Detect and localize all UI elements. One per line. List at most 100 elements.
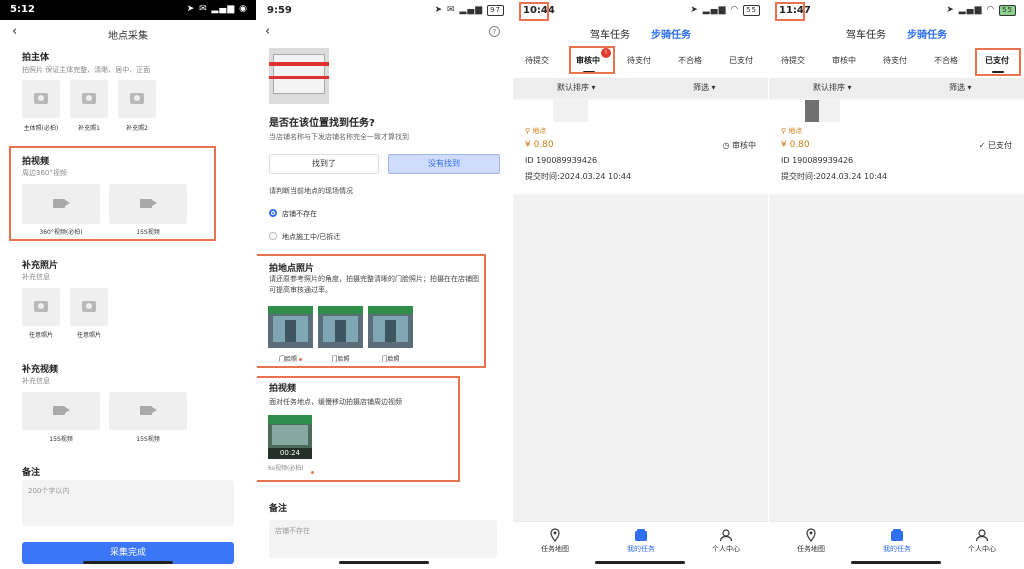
camera-icon: [82, 93, 96, 104]
nav-my-tasks[interactable]: 我的任务: [862, 528, 932, 554]
screen-my-tasks-reviewing: 10:44 ➤ ▂▄▆ ◠ 55 驾车任务 步骑任务 待提交 审核中 待支付 不…: [513, 0, 768, 569]
radio-under-construction[interactable]: [269, 232, 277, 240]
video-slot-360[interactable]: [22, 184, 100, 224]
camera-icon: [34, 93, 48, 104]
storefront-photo-3[interactable]: [368, 306, 413, 348]
tab-pending-pay[interactable]: 待支付: [627, 55, 651, 66]
tab-unqualified[interactable]: 不合格: [934, 55, 958, 66]
task-status: ✓ 已支付: [978, 141, 1012, 150]
nav-profile[interactable]: 个人中心: [691, 528, 761, 554]
highlight-frame: [569, 46, 615, 74]
tab-drive-task[interactable]: 驾车任务: [590, 26, 630, 41]
section-sub-video: 周边360°视频: [22, 169, 67, 177]
status-icons: ➤ ✉ ▂▄▆ 97: [435, 5, 504, 16]
note-input[interactable]: 店铺不存在: [269, 520, 497, 558]
home-indicator: [595, 561, 685, 564]
photo-section-title: 拍地点照片: [269, 264, 315, 274]
photo-slot-any2[interactable]: [70, 288, 108, 326]
sort-dropdown[interactable]: 默认排序 ▾: [813, 82, 852, 93]
radio-label: 地点施工中/已拆迁: [282, 233, 341, 241]
filter-row: 默认排序 ▾ 筛选 ▾: [513, 78, 768, 98]
task-thumbnail-dark: [805, 100, 819, 122]
video-slot-15s[interactable]: [109, 184, 187, 224]
reference-photo: [269, 48, 329, 104]
tab-pending-pay[interactable]: 待支付: [883, 55, 907, 66]
battery-icon: 55: [743, 5, 760, 16]
filter-row: 默认排序 ▾ 筛选 ▾: [769, 78, 1024, 98]
nav-my-tasks[interactable]: 我的任务: [606, 528, 676, 554]
user-icon: [975, 529, 989, 542]
tab-unqualified[interactable]: 不合格: [678, 55, 702, 66]
submit-time: 提交时间:2024.03.24 10:44: [525, 172, 632, 181]
video-caption: 6s视频(必拍): [268, 465, 304, 472]
video-slot-extra2[interactable]: [109, 392, 187, 430]
photo-slot-any1[interactable]: [22, 288, 60, 326]
judge-label: 请判断当前地点的现场情况: [269, 187, 353, 195]
camera-icon: [82, 301, 96, 312]
task-card[interactable]: ⚲ 地点 ¥ 0.80 ✓ 已支付 ID 190089939426 提交时间:2…: [769, 100, 1024, 194]
note-title: 备注: [269, 504, 288, 514]
task-price: ¥ 0.80: [781, 140, 810, 150]
video-thumbnail[interactable]: 00:24: [268, 415, 312, 459]
screen-location-collect: 5:12 ➤ ✉ ▂▄▆ ◉ ‹ 地点采集 拍主体 拍照片 保证主体完整、清晰、…: [0, 0, 256, 569]
tab-pending-submit[interactable]: 待提交: [781, 55, 805, 66]
video-icon: [140, 199, 157, 208]
status-bar: 5:12 ➤ ✉ ▂▄▆ ◉: [0, 0, 256, 20]
section-title-note: 备注: [22, 468, 41, 478]
storefront-photo-1[interactable]: [268, 306, 313, 348]
status-icons: ➤ ▂▄▆ ◠ 55: [690, 5, 760, 16]
tab-drive-task[interactable]: 驾车任务: [846, 26, 886, 41]
task-thumbnail: [553, 100, 588, 122]
photo-slot-main[interactable]: [22, 80, 60, 118]
section-title-main: 拍主体: [22, 53, 50, 63]
filter-dropdown[interactable]: 筛选 ▾: [693, 82, 716, 93]
found-button[interactable]: 找到了: [269, 154, 379, 174]
photo-caption: 补充照2: [126, 125, 148, 132]
tab-walk-ride-task[interactable]: 步骑任务: [651, 26, 691, 41]
home-indicator: [83, 561, 173, 564]
video-slot-extra1[interactable]: [22, 392, 100, 430]
map-pin-icon: [550, 528, 560, 542]
sort-dropdown[interactable]: 默认排序 ▾: [557, 82, 596, 93]
status-bar: 9:59 ➤ ✉ ▂▄▆ 97: [257, 0, 512, 22]
task-status: ◷ 审核中: [722, 141, 756, 150]
video-section-title: 拍视频: [269, 384, 297, 394]
tab-reviewing[interactable]: 审核中: [832, 55, 856, 66]
photo-slot-extra1[interactable]: [70, 80, 108, 118]
status-bar: 10:44 ➤ ▂▄▆ ◠ 55: [513, 0, 768, 22]
storefront-photo-2[interactable]: [318, 306, 363, 348]
tab-walk-ride-task[interactable]: 步骑任务: [907, 26, 947, 41]
help-icon[interactable]: ?: [489, 26, 500, 37]
tab-pending-submit[interactable]: 待提交: [525, 55, 549, 66]
battery-icon: 97: [487, 5, 504, 16]
highlight-frame: [775, 2, 805, 21]
map-pin-icon: [806, 528, 816, 542]
question-title: 是否在该位置找到任务?: [269, 118, 375, 129]
photo-caption: 主体照(必拍): [23, 125, 59, 132]
task-id: ID 190089939426: [525, 156, 598, 165]
photo-caption: 门脸照: [381, 356, 400, 363]
note-input[interactable]: 200个字以内: [22, 480, 234, 526]
photo-slot-extra2[interactable]: [118, 80, 156, 118]
video-duration: 00:24: [268, 448, 312, 459]
question-hint: 当店铺名称与下发店铺名称完全一致才算找到: [269, 133, 409, 141]
task-card[interactable]: ⚲ 地点 ¥ 0.80 ◷ 审核中 ID 190089939426 提交时间:2…: [513, 100, 768, 194]
status-time: 9:59: [267, 5, 292, 16]
video-section-desc: 面对任务地点，缓慢移动拍摄店铺周边视频: [269, 398, 402, 406]
back-icon[interactable]: ‹: [265, 24, 270, 39]
not-found-button[interactable]: 没有找到: [388, 154, 500, 174]
home-indicator: [851, 561, 941, 564]
section-title-video: 拍视频: [22, 157, 50, 167]
section-sub-extra-photo: 补充信息: [22, 273, 50, 281]
status-icons: ➤ ▂▄▆ ◠ 55: [946, 5, 1016, 16]
photo-caption: 任意照片: [76, 332, 101, 339]
photo-caption: 门脸照: [331, 356, 350, 363]
video-icon: [53, 199, 70, 208]
user-icon: [719, 529, 733, 542]
nav-task-map[interactable]: 任务地图: [520, 528, 590, 554]
nav-profile[interactable]: 个人中心: [947, 528, 1017, 554]
tab-paid[interactable]: 已支付: [729, 55, 753, 66]
filter-dropdown[interactable]: 筛选 ▾: [949, 82, 972, 93]
nav-task-map[interactable]: 任务地图: [776, 528, 846, 554]
radio-store-not-exist[interactable]: [269, 209, 277, 217]
